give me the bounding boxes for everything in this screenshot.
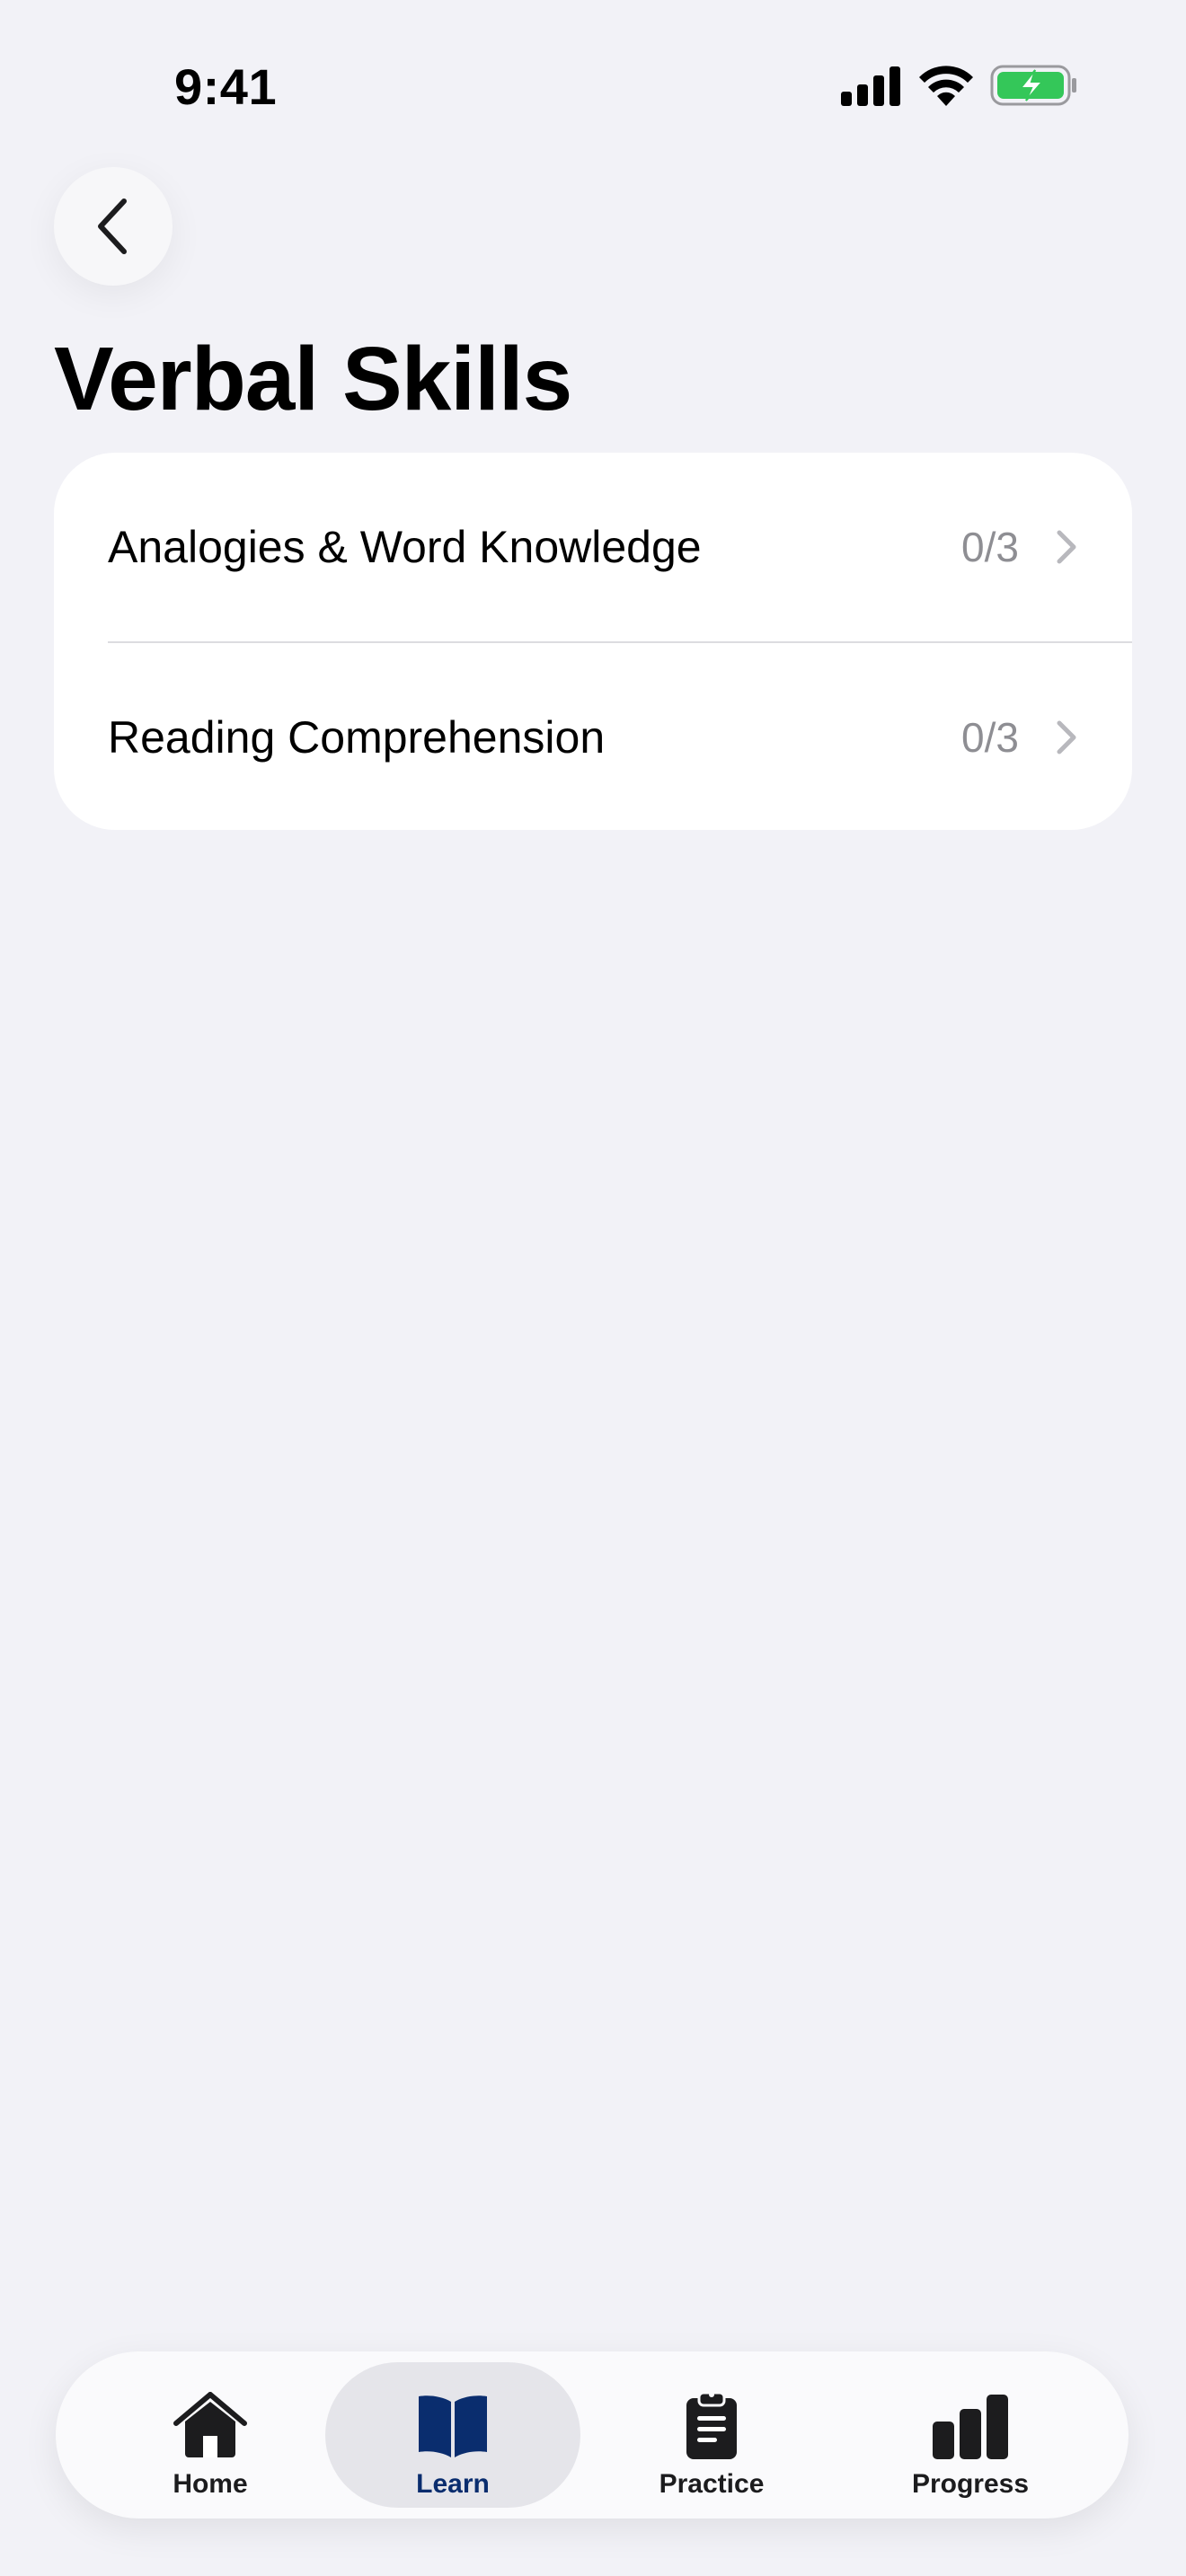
list-item-label: Reading Comprehension: [108, 712, 606, 763]
back-button[interactable]: [54, 167, 173, 286]
tab-learn[interactable]: Learn: [325, 2362, 580, 2508]
chevron-left-icon: [98, 198, 127, 254]
tab-bar: Home Learn Practice Progress: [56, 2351, 1128, 2519]
tab-label: Home: [173, 2469, 248, 2499]
cellular-signal-icon: [841, 66, 900, 106]
tab-progress[interactable]: Progress: [843, 2362, 1098, 2508]
book-icon: [419, 2395, 487, 2457]
chevron-right-icon: [1057, 530, 1076, 564]
battery-charging-icon: [990, 65, 1076, 106]
status-time: 9:41: [174, 58, 278, 115]
tab-label: Progress: [911, 2469, 1030, 2499]
tab-home[interactable]: Home: [83, 2362, 338, 2508]
page-title: Verbal Skills: [54, 329, 572, 429]
list-item-analogies[interactable]: Analogies & Word Knowledge 0/3: [54, 453, 1132, 641]
status-bar: 9:41: [0, 0, 1186, 171]
progress-count: 0/3: [961, 524, 1019, 570]
list-item-label: Analogies & Word Knowledge: [108, 522, 702, 572]
tab-label: Learn: [416, 2469, 490, 2499]
clipboard-icon: [686, 2391, 737, 2459]
tab-label: Practice: [659, 2469, 765, 2499]
list-item-reading[interactable]: Reading Comprehension 0/3: [54, 643, 1132, 830]
wifi-icon: [919, 66, 973, 106]
house-icon: [173, 2392, 247, 2457]
bar-chart-icon: [933, 2395, 1008, 2459]
chevron-right-icon: [1057, 720, 1076, 754]
skills-list: Analogies & Word Knowledge 0/3 Reading C…: [54, 453, 1132, 830]
tab-practice[interactable]: Practice: [584, 2362, 839, 2508]
progress-count: 0/3: [961, 714, 1019, 761]
